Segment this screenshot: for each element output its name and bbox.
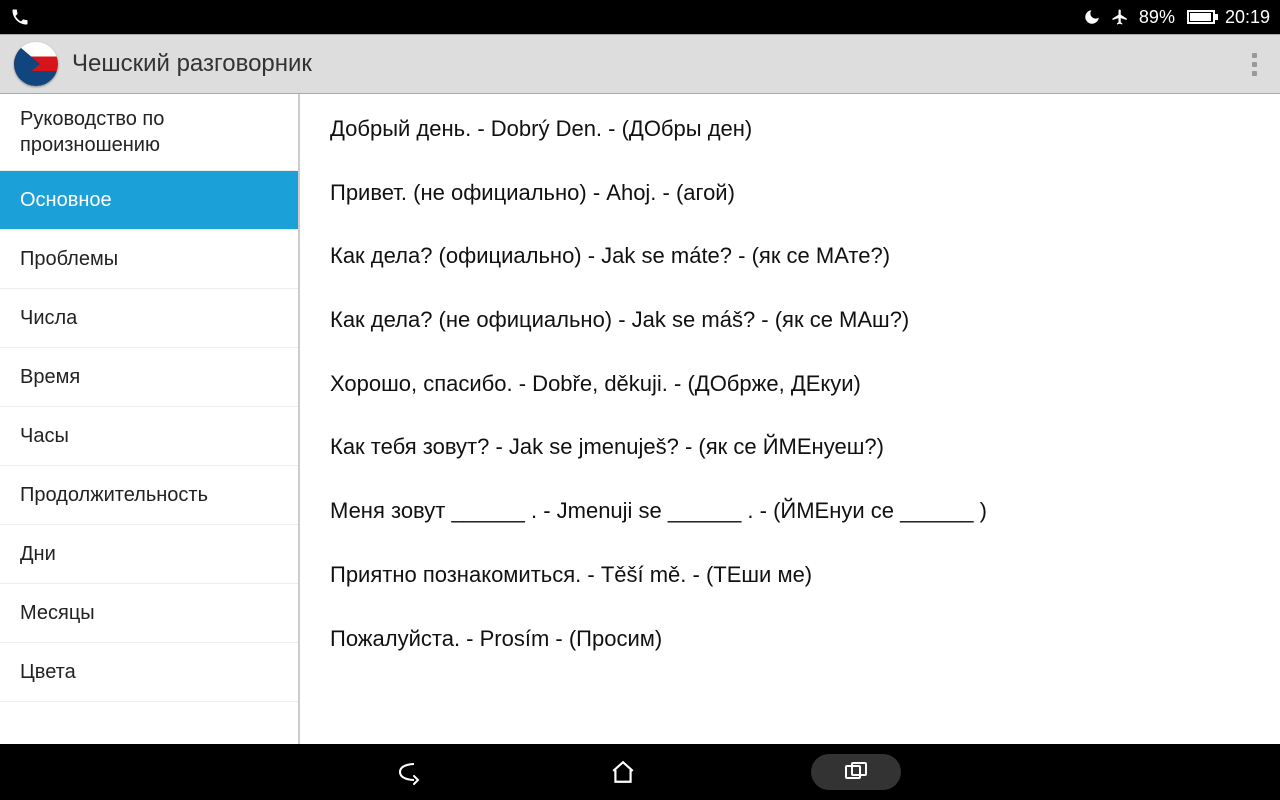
main-panel: Добрый день. - Dobrý Den. - (ДОбры ден) П… (300, 94, 1280, 744)
airplane-icon (1111, 8, 1129, 26)
phrase-row: Пожалуйста. - Prosím - (Просим) (330, 624, 1250, 654)
phrase-row: Приятно познакомиться. - Těší mě. - (ТЕш… (330, 560, 1250, 590)
sidebar-item-4[interactable]: Время (0, 348, 298, 407)
app-bar: Чешский разговорник (0, 34, 1280, 94)
status-bar: 89% 20:19 (0, 0, 1280, 34)
sidebar-item-7[interactable]: Дни (0, 525, 298, 584)
battery-icon (1185, 10, 1215, 24)
home-button[interactable] (595, 752, 651, 792)
sidebar-item-3[interactable]: Числа (0, 289, 298, 348)
phone-icon (10, 7, 30, 27)
phrase-row: Добрый день. - Dobrý Den. - (ДОбры ден) (330, 114, 1250, 144)
app-title: Чешский разговорник (72, 50, 1242, 78)
battery-percent: 89% (1139, 7, 1175, 28)
phrase-row: Хорошо, спасибо. - Dobře, děkuji. - (ДОб… (330, 369, 1250, 399)
overflow-menu-button[interactable] (1242, 53, 1266, 76)
phrase-row: Меня зовут ______ . - Jmenuji se ______ … (330, 496, 1250, 526)
phrase-row: Привет. (не официально) - Ahoj. - (агой) (330, 178, 1250, 208)
sidebar-item-2[interactable]: Проблемы (0, 230, 298, 289)
sidebar: Руководство по произношениюОсновноеПробл… (0, 94, 300, 744)
status-left (10, 7, 30, 27)
phrase-row: Как дела? (не официально) - Jak se máš? … (330, 305, 1250, 335)
back-button[interactable] (379, 752, 435, 792)
content-area: Руководство по произношениюОсновноеПробл… (0, 94, 1280, 744)
phrase-row: Как дела? (официально) - Jak se máte? - … (330, 241, 1250, 271)
app-flag-icon (14, 42, 58, 86)
app-frame: 89% 20:19 Чешский разговорник Руководств… (0, 0, 1280, 800)
sidebar-item-8[interactable]: Месяцы (0, 584, 298, 643)
sidebar-item-9[interactable]: Цвета (0, 643, 298, 702)
phrase-row: Как тебя зовут? - Jak se jmenuješ? - (як… (330, 432, 1250, 462)
nav-bar (0, 744, 1280, 800)
moon-icon (1083, 8, 1101, 26)
status-right: 89% 20:19 (1083, 7, 1270, 28)
sidebar-item-5[interactable]: Часы (0, 407, 298, 466)
sidebar-item-0[interactable]: Руководство по произношению (0, 94, 298, 171)
sidebar-item-1[interactable]: Основное (0, 171, 298, 230)
sidebar-item-6[interactable]: Продолжительность (0, 466, 298, 525)
clock-time: 20:19 (1225, 7, 1270, 28)
recent-apps-button[interactable] (811, 754, 901, 790)
